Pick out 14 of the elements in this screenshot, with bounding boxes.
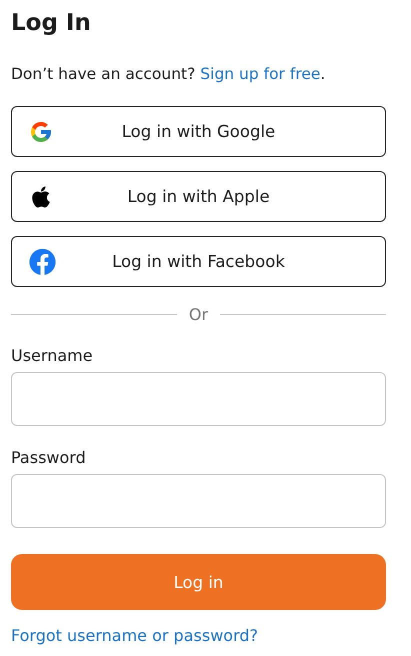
field-label: Username (11, 345, 94, 367)
page-title: Log In (11, 9, 92, 38)
signup-link[interactable]: Sign up for free (200, 65, 320, 83)
facebook-icon (29, 248, 56, 275)
divider-text: Or (188, 305, 208, 324)
input-field[interactable] (11, 474, 386, 528)
field-label: Password (11, 447, 87, 469)
social-login-button[interactable]: Log in with Facebook (11, 236, 386, 287)
forgot-link[interactable]: Forgot username or password? (11, 626, 258, 645)
google-icon (29, 120, 53, 144)
social-login-button[interactable]: Log in with Apple (11, 171, 386, 222)
social-login-button[interactable]: Log in with Google (11, 106, 386, 157)
input-field[interactable] (11, 372, 386, 426)
signup-prompt: Don’t have an account? Sign up for free. (11, 64, 326, 85)
